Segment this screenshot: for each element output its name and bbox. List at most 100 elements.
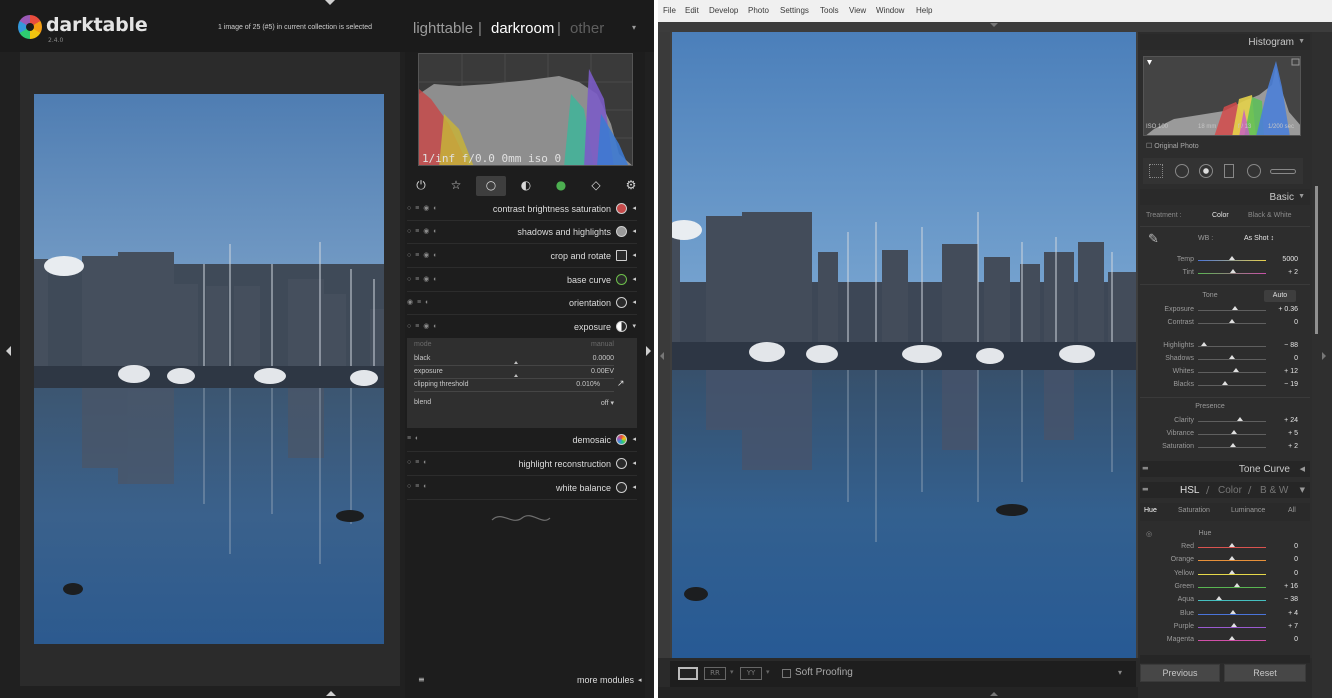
module-orientation[interactable]: ◉ ≡ ◐ orientation ◂ xyxy=(407,293,637,315)
slider-knob[interactable] xyxy=(1231,430,1237,434)
slider-knob[interactable] xyxy=(1231,622,1238,627)
menu-window[interactable]: Window xyxy=(876,6,904,15)
module-controls-icon[interactable]: ≡ ◐ xyxy=(407,435,420,442)
slider-knob[interactable] xyxy=(1230,609,1237,614)
module-crop-and-rotate[interactable]: ○ ≡ ◉ ◐ crop and rotate ◂ xyxy=(407,246,637,268)
bw-tab[interactable]: B & W xyxy=(1260,485,1288,496)
slider-knob[interactable] xyxy=(1229,543,1235,547)
treatment-bw-button[interactable]: Black & White xyxy=(1248,212,1292,219)
hue-red-slider[interactable] xyxy=(1198,547,1266,548)
hue-yellow-value[interactable]: 0 xyxy=(1268,570,1298,577)
hue-aqua-slider[interactable] xyxy=(1198,600,1266,602)
slider-knob[interactable] xyxy=(1201,342,1207,346)
radial-filter-icon[interactable] xyxy=(1247,164,1261,178)
exposure-slider[interactable]: exposure 0.00EV xyxy=(414,368,614,380)
gear-icon[interactable]: ⚙ xyxy=(621,178,641,196)
temp-value[interactable]: 5000 xyxy=(1268,256,1298,263)
blacks-value[interactable]: − 19 xyxy=(1268,381,1298,388)
module-contrast-brightness-saturation[interactable]: ○ ≡ ◉ ◐ contrast brightness saturation ◂ xyxy=(407,199,637,221)
slider-knob[interactable] xyxy=(1229,556,1235,561)
module-controls-icon[interactable]: ○ ≡ ◉ ◐ xyxy=(407,275,438,283)
slider-marker[interactable] xyxy=(514,374,518,377)
slider-knob[interactable] xyxy=(1229,636,1235,641)
hue-yellow-slider[interactable] xyxy=(1198,573,1266,575)
collapse-left-icon[interactable] xyxy=(6,346,11,356)
hue-blue-value[interactable]: + 4 xyxy=(1268,610,1298,617)
slider-knob[interactable] xyxy=(1229,256,1235,260)
all-subtab[interactable]: All xyxy=(1288,507,1296,514)
clipping-threshold-slider[interactable]: clipping threshold 0.010% xyxy=(414,381,614,393)
slider-knob[interactable] xyxy=(1232,306,1238,310)
whites-slider[interactable] xyxy=(1198,372,1266,373)
collapse-top-icon[interactable] xyxy=(990,23,998,27)
mode-row[interactable]: mode manual xyxy=(414,341,614,353)
menu-develop[interactable]: Develop xyxy=(709,6,738,15)
menu-settings[interactable]: Settings xyxy=(780,6,809,15)
expand-left-icon[interactable]: ◀ xyxy=(1300,465,1305,473)
menu-tools[interactable]: Tools xyxy=(820,6,839,15)
expand-left-icon[interactable]: ◂ xyxy=(632,275,636,283)
module-controls-icon[interactable]: ○ ≡ ◉ ◐ xyxy=(407,322,438,330)
hsl-panel-header[interactable]: ▬ HSL / Color / B & W ▼ xyxy=(1140,482,1310,498)
contrast-slider[interactable] xyxy=(1198,323,1266,324)
blacks-slider[interactable] xyxy=(1198,385,1266,386)
histogram-panel-header[interactable]: Histogram ▼ xyxy=(1140,34,1310,50)
collapse-down-icon[interactable]: ▾ xyxy=(632,322,636,330)
expand-left-icon[interactable]: ◂ xyxy=(632,459,636,467)
module-controls-icon[interactable]: ○ ≡ ◉ ◐ xyxy=(407,251,438,259)
module-shadows-and-highlights[interactable]: ○ ≡ ◉ ◐ shadows and highlights ◂ xyxy=(407,222,637,244)
slider-knob[interactable] xyxy=(1229,569,1235,574)
expand-left-icon[interactable]: ◂ xyxy=(632,483,636,491)
tint-slider[interactable] xyxy=(1198,273,1266,274)
slider-knob[interactable] xyxy=(1234,582,1241,587)
slider-knob[interactable] xyxy=(1230,269,1236,273)
hue-subtab[interactable]: Hue xyxy=(1144,507,1157,514)
hsl-tab[interactable]: HSL xyxy=(1180,485,1199,496)
expand-left-icon[interactable]: ◂ xyxy=(632,204,636,212)
presets-menu-icon[interactable]: ≡ xyxy=(418,675,425,684)
hue-orange-slider[interactable] xyxy=(1198,560,1266,562)
saturation-subtab[interactable]: Saturation xyxy=(1178,507,1210,514)
dropdown-icon[interactable]: ▾ xyxy=(730,668,734,676)
module-controls-icon[interactable]: ◉ ≡ ◐ xyxy=(407,298,430,306)
collapse-bottom-icon[interactable] xyxy=(326,691,336,696)
slider-knob[interactable] xyxy=(1233,368,1239,372)
black-slider[interactable]: black 0.0000 xyxy=(414,355,614,367)
saturation-slider[interactable] xyxy=(1198,447,1266,448)
crop-tool-icon[interactable] xyxy=(1149,164,1163,178)
menu-help[interactable]: Help xyxy=(916,6,932,15)
previous-button[interactable]: Previous xyxy=(1140,664,1220,682)
module-controls-icon[interactable]: ○ ≡ ◐ xyxy=(407,459,428,466)
spot-removal-icon[interactable] xyxy=(1175,164,1189,178)
expand-left-icon[interactable]: ◂ xyxy=(632,251,636,259)
mode-value[interactable]: manual xyxy=(591,341,614,348)
exposure-slider[interactable] xyxy=(1198,310,1266,311)
slider-track[interactable] xyxy=(414,391,614,392)
vibrance-slider[interactable] xyxy=(1198,434,1266,435)
adjustment-brush-icon[interactable] xyxy=(1270,169,1296,174)
original-photo-toggle[interactable]: ☐ Original Photo xyxy=(1146,142,1199,150)
collapse-right-icon[interactable] xyxy=(646,346,651,356)
red-eye-icon[interactable] xyxy=(1199,164,1213,178)
collapse-down-icon[interactable]: ▼ xyxy=(1298,38,1305,45)
slider-track[interactable] xyxy=(414,378,614,379)
slider-knob[interactable] xyxy=(1222,381,1228,385)
color-picker-icon[interactable]: ↗ xyxy=(617,379,625,389)
collapse-top-icon[interactable] xyxy=(325,0,335,5)
module-highlight-reconstruction[interactable]: ○ ≡ ◐ highlight reconstruction ◂ xyxy=(407,454,637,476)
view-other[interactable]: other xyxy=(570,20,604,37)
expand-left-icon[interactable]: ◂ xyxy=(632,227,636,235)
exposure-value[interactable]: + 0.36 xyxy=(1268,306,1298,313)
shadows-value[interactable]: 0 xyxy=(1268,355,1298,362)
slider-marker[interactable] xyxy=(514,361,518,364)
blend-dropdown[interactable]: off ▾ xyxy=(601,399,614,407)
module-controls-icon[interactable]: ○ ≡ ◉ ◐ xyxy=(407,204,438,212)
slider-knob[interactable] xyxy=(1229,355,1235,359)
clarity-slider[interactable] xyxy=(1198,421,1266,422)
basic-panel-header[interactable]: Basic ▼ xyxy=(1140,189,1310,205)
wb-dropdown[interactable]: As Shot ↕ xyxy=(1244,235,1274,242)
more-modules-button[interactable]: more modules xyxy=(560,675,634,685)
blend-row[interactable]: blend off ▾ xyxy=(414,399,614,411)
hue-purple-slider[interactable] xyxy=(1198,626,1266,628)
color-ball-icon[interactable]: ● xyxy=(551,178,571,196)
